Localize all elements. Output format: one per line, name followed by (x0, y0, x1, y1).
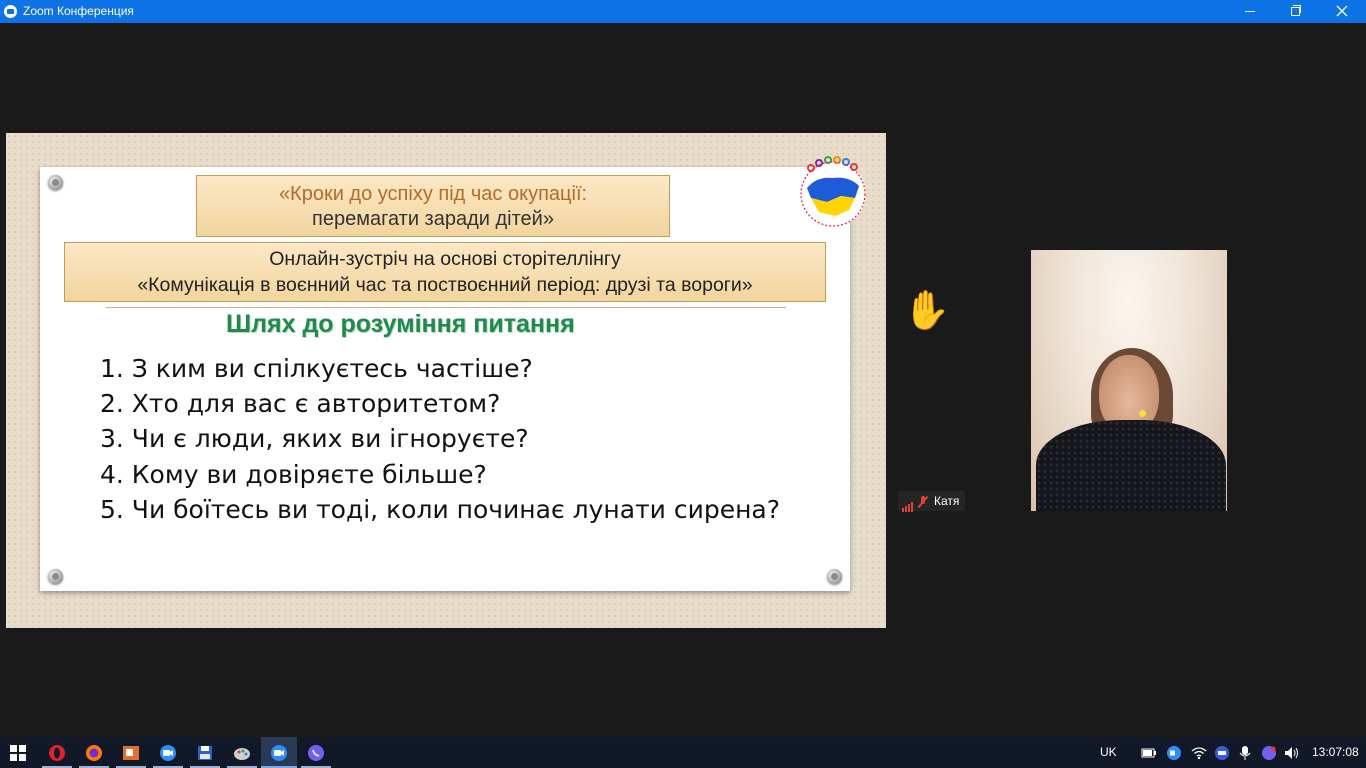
window-title: Zoom Конференция (23, 4, 134, 18)
shared-screen: «Кроки до успіху під час окупації: перем… (6, 133, 886, 628)
presentation-icon[interactable] (118, 741, 144, 765)
close-icon (1336, 5, 1348, 17)
language-indicator[interactable]: UK (1100, 737, 1117, 768)
minimize-button[interactable] (1227, 0, 1273, 23)
opera-icon[interactable] (44, 741, 70, 765)
raised-hand-icon: ✋ (903, 288, 951, 332)
restore-button[interactable] (1273, 0, 1319, 23)
question-item: 1. З ким ви спілкуєтесь частіше? (100, 354, 533, 383)
speaking-indicator-dot (1139, 410, 1146, 417)
slide-title-line2: перемагати заради дітей» (312, 208, 554, 230)
slide-heading: Шлях до розуміння питання (226, 310, 575, 338)
minimize-icon (1245, 11, 1255, 12)
microphone-icon[interactable] (1234, 741, 1256, 765)
pin-icon (48, 569, 63, 584)
slide-title-line1: «Кроки до успіху під час окупації: (278, 183, 588, 205)
clock[interactable]: 13:07:08 (1312, 737, 1359, 768)
slide-subtitle-line2: «Комунікація в воєнний час та поствоєнни… (137, 274, 753, 296)
question-item: 5. Чи боїтесь ви тоді, коли починає луна… (100, 494, 781, 524)
pin-icon (48, 175, 63, 190)
wifi-icon[interactable] (1188, 741, 1210, 765)
battery-icon[interactable] (1138, 741, 1160, 765)
mic-muted-icon (918, 495, 928, 508)
firefox-icon[interactable] (81, 741, 107, 765)
participant-body (1036, 420, 1226, 511)
pin-icon (827, 569, 842, 584)
participant-name-tag: Катя (898, 491, 966, 512)
zoom-blue-icon[interactable] (1211, 741, 1233, 765)
zoom-icon (4, 5, 17, 18)
organization-logo (800, 156, 866, 227)
slide-card: «Кроки до успіху під час окупації: перем… (40, 156, 866, 591)
paint-icon[interactable] (229, 741, 255, 765)
windows-start-icon[interactable] (5, 741, 31, 765)
viber-tray-icon[interactable] (1258, 741, 1280, 765)
question-list: 1. З ким ви спілкуєтесь частіше? 2. Хто … (100, 351, 780, 527)
windows-taskbar: UK 13:07:08 (0, 737, 1366, 768)
participant-name: Катя (934, 494, 960, 508)
participant-video[interactable] (1031, 250, 1227, 511)
floppy-save-icon[interactable] (192, 741, 218, 765)
window-titlebar: Zoom Конференция (0, 0, 1366, 23)
signal-strength-icon (902, 492, 914, 512)
slide-subtitle-line1: Онлайн-зустріч на основі сторітеллінгу (269, 248, 621, 270)
divider (106, 307, 786, 308)
question-item: 2. Хто для вас є авторитетом? (100, 389, 501, 419)
slide-subtitle-box: Онлайн-зустріч на основі сторітеллінгу «… (64, 242, 826, 302)
viber-icon[interactable] (303, 741, 329, 765)
zoom-meeting-icon[interactable] (261, 737, 297, 768)
volume-icon[interactable] (1282, 741, 1304, 765)
zoom-tray-icon[interactable] (1163, 741, 1185, 765)
slide-title-box: «Кроки до успіху під час окупації: перем… (196, 175, 670, 237)
question-item: 3. Чи є люди, яких ви ігноруєте? (100, 424, 529, 454)
question-item: 4. Кому ви довіряєте більше? (100, 459, 487, 489)
close-button[interactable] (1319, 0, 1365, 23)
zoom-app-icon[interactable] (155, 741, 181, 765)
